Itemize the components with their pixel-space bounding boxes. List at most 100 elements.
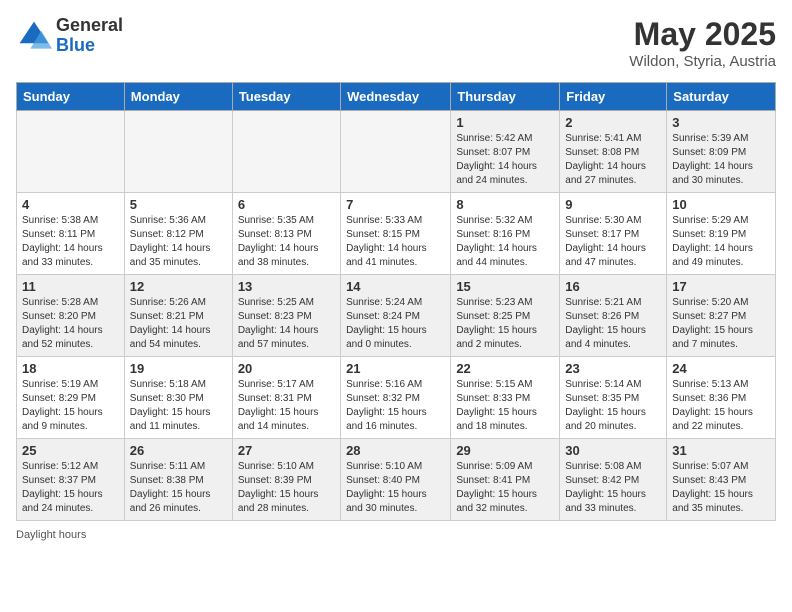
day-info: Sunrise: 5:36 AM Sunset: 8:12 PM Dayligh… bbox=[130, 214, 227, 270]
calendar-day-cell: 27 Sunrise: 5:10 AM Sunset: 8:39 PM Dayli… bbox=[232, 439, 340, 521]
logo-general-text: General bbox=[56, 16, 123, 36]
calendar-day-cell: 5 Sunrise: 5:36 AM Sunset: 8:12 PM Daylig… bbox=[124, 193, 232, 275]
day-number: 4 bbox=[22, 197, 119, 212]
calendar-day-header: Friday bbox=[560, 83, 667, 111]
calendar-day-cell: 25 Sunrise: 5:12 AM Sunset: 8:37 PM Dayli… bbox=[17, 439, 125, 521]
day-info: Sunrise: 5:17 AM Sunset: 8:31 PM Dayligh… bbox=[238, 378, 335, 434]
calendar-week-row: 11 Sunrise: 5:28 AM Sunset: 8:20 PM Dayli… bbox=[17, 275, 776, 357]
day-number: 17 bbox=[672, 279, 770, 294]
day-info: Sunrise: 5:30 AM Sunset: 8:17 PM Dayligh… bbox=[565, 214, 661, 270]
day-info: Sunrise: 5:08 AM Sunset: 8:42 PM Dayligh… bbox=[565, 460, 661, 516]
calendar-day-cell: 28Sunrise: 5:10 AM Sunset: 8:40 PM Dayli… bbox=[341, 439, 451, 521]
calendar-day-cell: 16Sunrise: 5:21 AM Sunset: 8:26 PM Dayli… bbox=[560, 275, 667, 357]
calendar-week-row: 18 Sunrise: 5:19 AM Sunset: 8:29 PM Dayli… bbox=[17, 357, 776, 439]
day-info: Sunrise: 5:10 AM Sunset: 8:40 PM Dayligh… bbox=[346, 460, 445, 516]
day-number: 15 bbox=[456, 279, 554, 294]
calendar-week-row: 25 Sunrise: 5:12 AM Sunset: 8:37 PM Dayli… bbox=[17, 439, 776, 521]
day-number: 5 bbox=[130, 197, 227, 212]
calendar-week-row: 4 Sunrise: 5:38 AM Sunset: 8:11 PM Daylig… bbox=[17, 193, 776, 275]
calendar-day-cell bbox=[17, 111, 125, 193]
calendar-day-cell: 13Sunrise: 5:25 AM Sunset: 8:23 PM Dayli… bbox=[232, 275, 340, 357]
day-info: Sunrise: 5:16 AM Sunset: 8:32 PM Dayligh… bbox=[346, 378, 445, 434]
day-info: Sunrise: 5:15 AM Sunset: 8:33 PM Dayligh… bbox=[456, 378, 554, 434]
day-info: Sunrise: 5:13 AM Sunset: 8:36 PM Dayligh… bbox=[672, 378, 770, 434]
day-info: Sunrise: 5:38 AM Sunset: 8:11 PM Dayligh… bbox=[22, 214, 119, 270]
calendar-header-row: SundayMondayTuesdayWednesdayThursdayFrid… bbox=[17, 83, 776, 111]
day-info: Sunrise: 5:32 AM Sunset: 8:16 PM Dayligh… bbox=[456, 214, 554, 270]
day-number: 12 bbox=[130, 279, 227, 294]
day-info: Sunrise: 5:10 AM Sunset: 8:39 PM Dayligh… bbox=[238, 460, 335, 516]
day-info: Sunrise: 5:24 AM Sunset: 8:24 PM Dayligh… bbox=[346, 296, 445, 352]
day-number: 2 bbox=[565, 115, 661, 130]
calendar-day-cell: 3Sunrise: 5:39 AM Sunset: 8:09 PM Daylig… bbox=[667, 111, 776, 193]
location-subtitle: Wildon, Styria, Austria bbox=[629, 53, 776, 70]
page-header: General Blue May 2025 Wildon, Styria, Au… bbox=[16, 16, 776, 70]
calendar-day-cell: 12 Sunrise: 5:26 AM Sunset: 8:21 PM Dayli… bbox=[124, 275, 232, 357]
day-info: Sunrise: 5:07 AM Sunset: 8:43 PM Dayligh… bbox=[672, 460, 770, 516]
calendar-day-cell: 23Sunrise: 5:14 AM Sunset: 8:35 PM Dayli… bbox=[560, 357, 667, 439]
day-info: Sunrise: 5:19 AM Sunset: 8:29 PM Dayligh… bbox=[22, 378, 119, 434]
calendar-day-cell: 8 Sunrise: 5:32 AM Sunset: 8:16 PM Daylig… bbox=[451, 193, 560, 275]
day-number: 10 bbox=[672, 197, 770, 212]
calendar-day-header: Monday bbox=[124, 83, 232, 111]
calendar-day-cell: 14Sunrise: 5:24 AM Sunset: 8:24 PM Dayli… bbox=[341, 275, 451, 357]
calendar-day-header: Sunday bbox=[17, 83, 125, 111]
day-info: Sunrise: 5:11 AM Sunset: 8:38 PM Dayligh… bbox=[130, 460, 227, 516]
calendar-day-cell: 7Sunrise: 5:33 AM Sunset: 8:15 PM Daylig… bbox=[341, 193, 451, 275]
day-info: Sunrise: 5:33 AM Sunset: 8:15 PM Dayligh… bbox=[346, 214, 445, 270]
day-info: Sunrise: 5:09 AM Sunset: 8:41 PM Dayligh… bbox=[456, 460, 554, 516]
calendar-week-row: 1 Sunrise: 5:42 AM Sunset: 8:07 PM Daylig… bbox=[17, 111, 776, 193]
day-number: 29 bbox=[456, 443, 554, 458]
day-info: Sunrise: 5:20 AM Sunset: 8:27 PM Dayligh… bbox=[672, 296, 770, 352]
calendar-day-cell: 1 Sunrise: 5:42 AM Sunset: 8:07 PM Daylig… bbox=[451, 111, 560, 193]
day-number: 20 bbox=[238, 361, 335, 376]
day-number: 24 bbox=[672, 361, 770, 376]
calendar-day-cell: 9Sunrise: 5:30 AM Sunset: 8:17 PM Daylig… bbox=[560, 193, 667, 275]
calendar-day-cell: 21 Sunrise: 5:16 AM Sunset: 8:32 PM Dayli… bbox=[341, 357, 451, 439]
calendar-day-header: Thursday bbox=[451, 83, 560, 111]
day-info: Sunrise: 5:12 AM Sunset: 8:37 PM Dayligh… bbox=[22, 460, 119, 516]
day-number: 1 bbox=[456, 115, 554, 130]
calendar-day-cell: 30 Sunrise: 5:08 AM Sunset: 8:42 PM Dayli… bbox=[560, 439, 667, 521]
day-info: Sunrise: 5:42 AM Sunset: 8:07 PM Dayligh… bbox=[456, 132, 554, 188]
calendar-day-header: Tuesday bbox=[232, 83, 340, 111]
logo-icon bbox=[16, 18, 52, 54]
footer: Daylight hours bbox=[16, 529, 776, 541]
logo: General Blue bbox=[16, 16, 123, 56]
calendar-day-cell: 6Sunrise: 5:35 AM Sunset: 8:13 PM Daylig… bbox=[232, 193, 340, 275]
logo-blue-text: Blue bbox=[56, 36, 123, 56]
calendar-day-cell: 2Sunrise: 5:41 AM Sunset: 8:08 PM Daylig… bbox=[560, 111, 667, 193]
day-info: Sunrise: 5:29 AM Sunset: 8:19 PM Dayligh… bbox=[672, 214, 770, 270]
day-info: Sunrise: 5:35 AM Sunset: 8:13 PM Dayligh… bbox=[238, 214, 335, 270]
day-number: 23 bbox=[565, 361, 661, 376]
calendar-day-cell: 15 Sunrise: 5:23 AM Sunset: 8:25 PM Dayli… bbox=[451, 275, 560, 357]
calendar-day-cell: 11 Sunrise: 5:28 AM Sunset: 8:20 PM Dayli… bbox=[17, 275, 125, 357]
day-number: 11 bbox=[22, 279, 119, 294]
calendar-day-cell: 24 Sunrise: 5:13 AM Sunset: 8:36 PM Dayli… bbox=[667, 357, 776, 439]
day-number: 18 bbox=[22, 361, 119, 376]
day-number: 26 bbox=[130, 443, 227, 458]
day-number: 8 bbox=[456, 197, 554, 212]
calendar-day-cell bbox=[232, 111, 340, 193]
day-number: 21 bbox=[346, 361, 445, 376]
calendar-day-cell bbox=[341, 111, 451, 193]
day-number: 16 bbox=[565, 279, 661, 294]
day-number: 30 bbox=[565, 443, 661, 458]
day-number: 13 bbox=[238, 279, 335, 294]
month-title: May 2025 bbox=[629, 16, 776, 53]
calendar-day-cell: 10 Sunrise: 5:29 AM Sunset: 8:19 PM Dayli… bbox=[667, 193, 776, 275]
calendar-day-header: Wednesday bbox=[341, 83, 451, 111]
day-info: Sunrise: 5:28 AM Sunset: 8:20 PM Dayligh… bbox=[22, 296, 119, 352]
calendar-day-cell: 26 Sunrise: 5:11 AM Sunset: 8:38 PM Dayli… bbox=[124, 439, 232, 521]
day-info: Sunrise: 5:18 AM Sunset: 8:30 PM Dayligh… bbox=[130, 378, 227, 434]
calendar-day-cell: 29 Sunrise: 5:09 AM Sunset: 8:41 PM Dayli… bbox=[451, 439, 560, 521]
day-number: 19 bbox=[130, 361, 227, 376]
day-number: 22 bbox=[456, 361, 554, 376]
calendar-day-cell bbox=[124, 111, 232, 193]
day-number: 27 bbox=[238, 443, 335, 458]
day-info: Sunrise: 5:26 AM Sunset: 8:21 PM Dayligh… bbox=[130, 296, 227, 352]
calendar-day-cell: 22 Sunrise: 5:15 AM Sunset: 8:33 PM Dayli… bbox=[451, 357, 560, 439]
day-info: Sunrise: 5:23 AM Sunset: 8:25 PM Dayligh… bbox=[456, 296, 554, 352]
calendar-table: SundayMondayTuesdayWednesdayThursdayFrid… bbox=[16, 82, 776, 521]
day-number: 25 bbox=[22, 443, 119, 458]
